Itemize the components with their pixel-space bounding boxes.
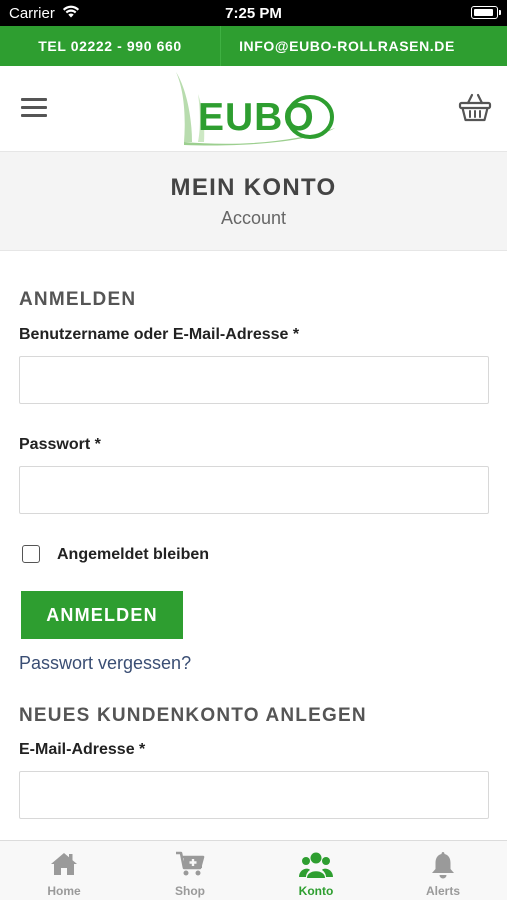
contact-bar: TEL 02222 - 990 660 INFO@EUBO-ROLLRASEN.… <box>0 26 507 66</box>
tab-shop[interactable]: Shop <box>127 841 253 900</box>
home-icon <box>50 851 78 882</box>
clock: 7:25 PM <box>225 5 282 22</box>
forgot-password-link[interactable]: Passwort vergessen? <box>19 653 191 674</box>
bell-icon <box>430 851 456 884</box>
username-label: Benutzername oder E-Mail-Adresse * <box>19 326 300 343</box>
password-label: Passwort * <box>19 436 101 453</box>
eubo-logo[interactable]: EUBO <box>170 72 340 146</box>
users-icon <box>299 851 333 884</box>
tab-bar: Home Shop Konto Alerts <box>0 840 507 900</box>
cart-plus-icon <box>175 851 205 882</box>
site-header: EUBO <box>0 66 507 152</box>
hamburger-menu-icon[interactable] <box>21 98 47 118</box>
register-email-label: E-Mail-Adresse * <box>19 741 146 758</box>
tab-shop-label: Shop <box>175 884 205 898</box>
register-email-input[interactable] <box>19 771 489 819</box>
tab-konto-label: Konto <box>298 884 334 898</box>
remember-me-row[interactable]: Angemeldet bleiben <box>19 543 319 569</box>
login-heading: ANMELDEN <box>19 289 137 310</box>
username-input[interactable] <box>19 356 489 404</box>
phone-link[interactable]: TEL 02222 - 990 660 <box>0 38 220 54</box>
basket-icon[interactable] <box>458 93 492 123</box>
page-title-area: MEIN KONTO Account <box>0 152 507 251</box>
status-bar: Carrier 7:25 PM <box>0 0 507 26</box>
tab-home-label: Home <box>47 884 81 898</box>
login-button[interactable]: ANMELDEN <box>21 591 183 639</box>
battery-icon <box>471 6 501 19</box>
email-link[interactable]: INFO@EUBO-ROLLRASEN.DE <box>221 38 473 54</box>
page-subtitle: Account <box>220 208 287 228</box>
remember-me-checkbox[interactable] <box>22 545 40 563</box>
tab-home[interactable]: Home <box>1 841 127 900</box>
remember-me-label[interactable]: Angemeldet bleiben <box>57 546 209 564</box>
tab-konto[interactable]: Konto <box>253 841 379 900</box>
tab-alerts-label: Alerts <box>425 884 460 898</box>
page-title: MEIN KONTO <box>170 174 337 201</box>
password-input[interactable] <box>19 466 489 514</box>
tab-alerts[interactable]: Alerts <box>380 841 506 900</box>
register-heading: NEUES KUNDENKONTO ANLEGEN <box>19 705 367 726</box>
